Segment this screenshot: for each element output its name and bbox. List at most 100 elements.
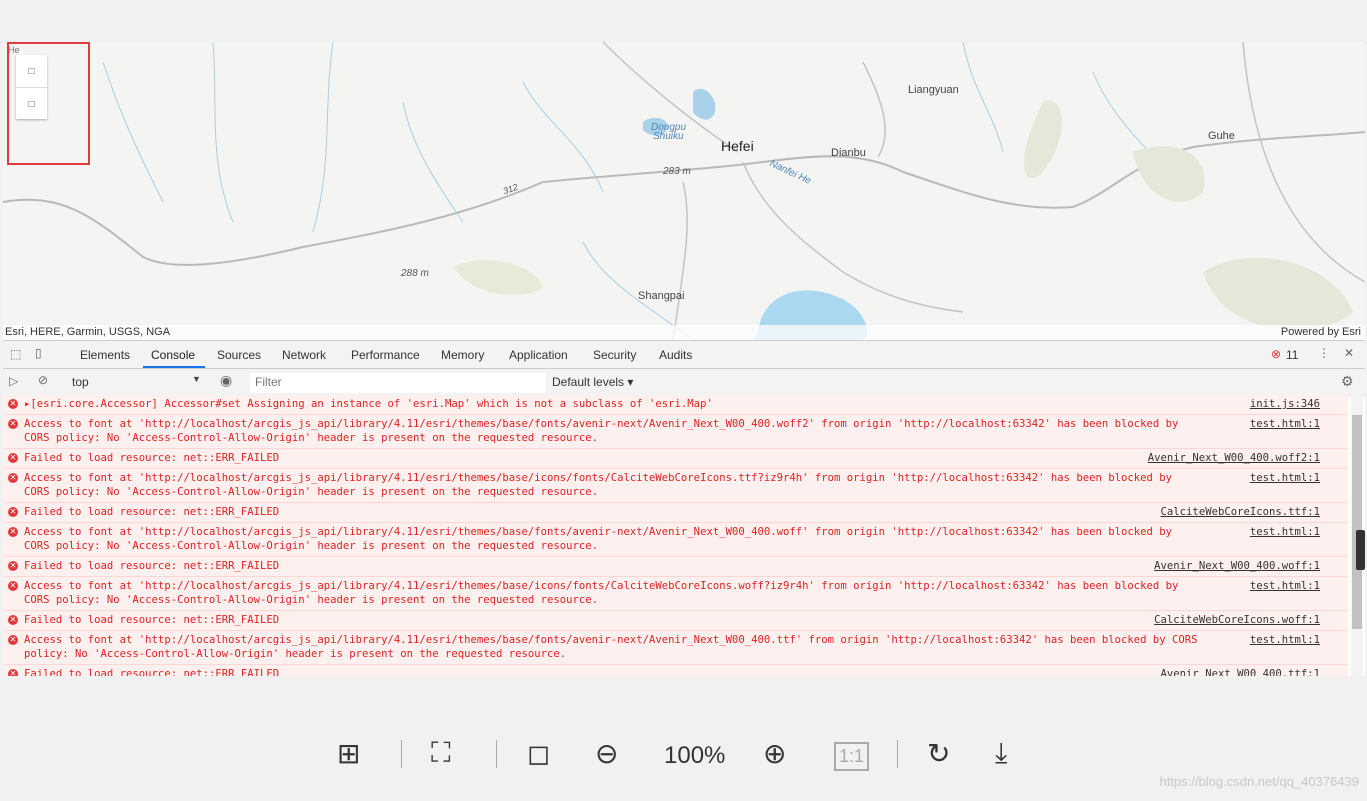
source-link[interactable]: Avenir_Next_W00_400.woff:1: [1154, 559, 1320, 573]
download-icon[interactable]: ⤓: [995, 737, 1007, 770]
close-icon[interactable]: ✕: [1344, 346, 1354, 360]
error-message: Failed to load resource: net::ERR_FAILED: [24, 560, 280, 572]
error-icon: ✕: [8, 561, 18, 571]
console-error-row: ✕ Access to font at 'http://localhost/arc…: [3, 523, 1348, 557]
tab-network[interactable]: Network: [282, 348, 326, 362]
powered-by-link[interactable]: Powered by Esri: [1281, 326, 1361, 338]
town-label: Guhe: [1208, 130, 1235, 142]
error-message: Access to font at 'http://localhost/arcg…: [24, 418, 1179, 444]
console-messages: ✕ ▸[esri.core.Accessor] Accessor#set Assi…: [3, 395, 1348, 676]
image-viewer-toolbar: ⊞ ⛶ ◻ ⊖ 100% ⊕ 1:1 ↻ ⤓ https://blog.csdn…: [0, 676, 1367, 801]
town-label: Dianbu: [831, 147, 866, 159]
error-message: ▸[esri.core.Accessor] Accessor#set Assig…: [24, 398, 713, 410]
separator: [496, 740, 497, 768]
inspect-icon[interactable]: ⬚: [10, 347, 21, 361]
console-error-row: ✕ Failed to load resource: net::ERR_FAILE…: [3, 503, 1348, 523]
source-link[interactable]: Avenir_Next_W00_400.ttf:1: [1161, 667, 1320, 676]
zoom-in-icon[interactable]: ⊕: [763, 737, 786, 770]
devtools-panel: ⬚ ▯ Elements Console Sources Network Per…: [3, 340, 1365, 676]
error-message: Access to font at 'http://localhost/arcg…: [24, 526, 1173, 552]
attribution-text: Esri, HERE, Garmin, USGS, NGA: [5, 326, 171, 338]
error-message: Failed to load resource: net::ERR_FAILED: [24, 452, 280, 464]
error-icon: ✕: [8, 581, 18, 591]
console-toolbar: ▷ ⊘ top ▼ ◉ Default levels ▾ ⚙: [3, 369, 1365, 396]
error-message: Failed to load resource: net::ERR_FAILED: [24, 506, 280, 518]
console-error-row: ✕ Access to font at 'http://localhost/arc…: [3, 631, 1348, 665]
error-icon: ✕: [8, 507, 18, 517]
tab-sources[interactable]: Sources: [217, 348, 261, 362]
separator: [401, 740, 402, 768]
window-top-bar: [0, 0, 1367, 43]
console-error-row: ✕ Failed to load resource: net::ERR_FAILE…: [3, 665, 1348, 676]
sidebar-toggle-icon[interactable]: ▷: [9, 374, 18, 388]
source-link[interactable]: test.html:1: [1250, 471, 1320, 485]
zoom-out-icon[interactable]: ⊖: [595, 737, 618, 770]
active-tab-indicator: [143, 366, 205, 368]
filter-input[interactable]: [251, 374, 539, 390]
source-link[interactable]: init.js:346: [1250, 397, 1320, 411]
devtools-tabbar: ⬚ ▯ Elements Console Sources Network Per…: [3, 341, 1365, 369]
source-link[interactable]: test.html:1: [1250, 579, 1320, 593]
console-error-row: ✕ Access to font at 'http://localhost/arc…: [3, 415, 1348, 449]
error-icon: ✕: [8, 635, 18, 645]
error-message: Failed to load resource: net::ERR_FAILED: [24, 668, 280, 676]
tab-memory[interactable]: Memory: [441, 348, 484, 362]
fullscreen-icon[interactable]: ◻: [527, 737, 550, 770]
attribution-bar: Esri, HERE, Garmin, USGS, NGA Powered by…: [3, 325, 1365, 340]
town-label: Liangyuan: [908, 84, 959, 96]
source-link[interactable]: test.html:1: [1250, 525, 1320, 539]
map-view[interactable]: Hefei Liangyuan Dianbu Guhe Shangpai Don…: [3, 42, 1365, 340]
source-link[interactable]: CalciteWebCoreIcons.ttf:1: [1161, 505, 1320, 519]
filter-input-wrap: [250, 373, 546, 393]
scrollbar-thumb[interactable]: [1352, 415, 1362, 629]
console-error-row: ✕ Access to font at 'http://localhost/arc…: [3, 469, 1348, 503]
town-label: Shangpai: [638, 290, 685, 302]
separator: [897, 740, 898, 768]
rotate-icon[interactable]: ↻: [927, 737, 950, 770]
error-icon: ✕: [8, 419, 18, 429]
fit-icon[interactable]: ⛶: [431, 737, 451, 770]
zoom-level: 100%: [664, 742, 726, 769]
source-link[interactable]: test.html:1: [1250, 633, 1320, 647]
error-count[interactable]: 11: [1286, 348, 1298, 362]
elevation-label: 283 m: [663, 166, 691, 177]
city-label: Hefei: [721, 138, 754, 154]
levels-dropdown[interactable]: Default levels ▾: [552, 375, 633, 389]
highlight-box: [7, 42, 90, 165]
error-message: Access to font at 'http://localhost/arcg…: [24, 580, 1179, 606]
console-error-row: ✕ ▸[esri.core.Accessor] Accessor#set Assi…: [3, 395, 1348, 415]
tab-security[interactable]: Security: [593, 348, 636, 362]
console-error-row: ✕ Failed to load resource: net::ERR_FAILE…: [3, 557, 1348, 577]
console-error-row: ✕ Failed to load resource: net::ERR_FAILE…: [3, 611, 1348, 631]
clear-console-icon[interactable]: ⊘: [38, 373, 48, 387]
more-menu-icon[interactable]: ⋮: [1318, 346, 1330, 360]
eye-icon[interactable]: ◉: [220, 372, 232, 389]
side-handle[interactable]: [1356, 530, 1365, 570]
error-icon: ⊗: [1271, 347, 1282, 361]
tab-console[interactable]: Console: [151, 348, 195, 362]
tab-elements[interactable]: Elements: [80, 348, 130, 362]
source-link[interactable]: CalciteWebCoreIcons.woff:1: [1154, 613, 1320, 627]
reservoir-label: Shuiku: [653, 131, 684, 142]
error-icon: ✕: [8, 453, 18, 463]
error-message: Access to font at 'http://localhost/arcg…: [24, 472, 1173, 498]
actual-size-icon[interactable]: 1:1: [834, 742, 870, 771]
error-icon: ✕: [8, 669, 18, 676]
tab-application[interactable]: Application: [509, 348, 568, 362]
error-message: Failed to load resource: net::ERR_FAILED: [24, 614, 280, 626]
error-icon: ✕: [8, 399, 18, 409]
error-icon: ✕: [8, 473, 18, 483]
settings-gear-icon[interactable]: ⚙: [1341, 373, 1354, 390]
source-link[interactable]: test.html:1: [1250, 417, 1320, 431]
tab-performance[interactable]: Performance: [351, 348, 420, 362]
watermark: https://blog.csdn.net/qq_40376439: [1159, 774, 1360, 789]
error-icon: ✕: [8, 615, 18, 625]
gallery-icon[interactable]: ⊞: [337, 737, 360, 770]
console-error-row: ✕ Access to font at 'http://localhost/arc…: [3, 577, 1348, 611]
elevation-label: 288 m: [401, 268, 429, 279]
chevron-down-icon: ▼: [192, 374, 201, 384]
context-select[interactable]: top: [72, 375, 89, 389]
device-toggle-icon[interactable]: ▯: [35, 346, 42, 360]
source-link[interactable]: Avenir_Next_W00_400.woff2:1: [1148, 451, 1320, 465]
tab-audits[interactable]: Audits: [659, 348, 692, 362]
